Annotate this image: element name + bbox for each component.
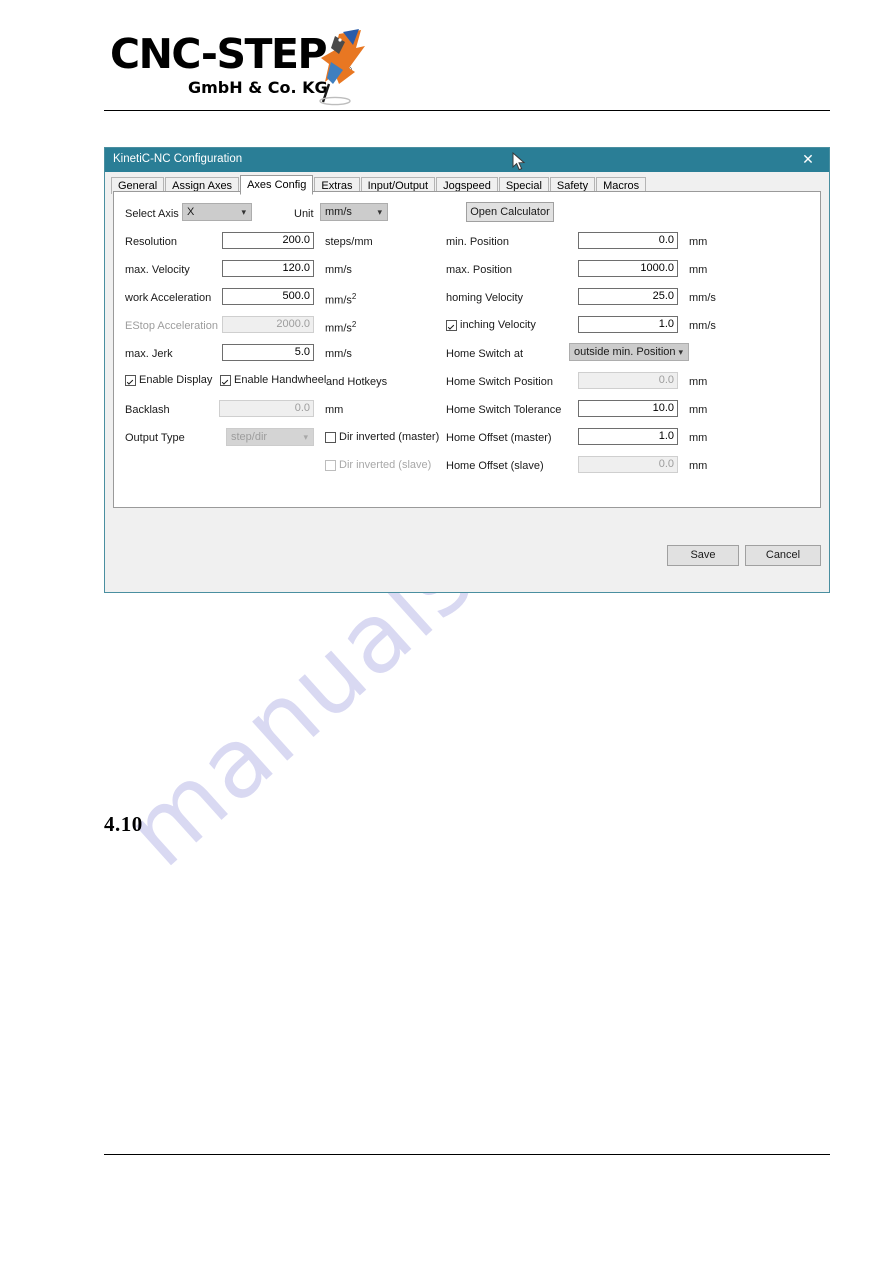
kingfisher-logo-icon [309, 28, 367, 106]
unit-dropdown[interactable]: mm/s ▾ [320, 203, 388, 221]
output-type-dropdown: step/dir ▾ [226, 428, 314, 446]
dialog-title: KinetiC-NC Configuration [113, 153, 243, 165]
logo-wordmark: CNC-STEP [110, 30, 328, 78]
dir-inverted-slave-checkbox: Dir inverted (slave) [325, 459, 431, 471]
select-axis-dropdown[interactable]: X ▾ [182, 203, 252, 221]
select-axis-label: Select Axis [125, 208, 179, 220]
and-hotkeys-label: and Hotkeys [326, 376, 388, 388]
enable-handwheel-checkbox[interactable]: Enable Handwheel [220, 374, 326, 386]
dir-inverted-slave-label: Dir inverted (slave) [339, 459, 432, 471]
work-acceleration-label: work Acceleration [125, 292, 212, 304]
chevron-down-icon: ▾ [303, 433, 308, 443]
home-offset-slave-label: Home Offset (slave) [446, 460, 544, 472]
resolution-unit: steps/mm [325, 236, 373, 248]
dialog-footer: Save Cancel [105, 510, 829, 592]
max-velocity-input[interactable]: 120.0 [222, 260, 314, 277]
max-velocity-label: max. Velocity [125, 264, 190, 276]
max-jerk-unit: mm/s [325, 348, 352, 360]
enable-display-checkbox[interactable]: Enable Display [125, 374, 212, 386]
resolution-label: Resolution [125, 236, 177, 248]
checkbox-box [325, 459, 336, 471]
home-switch-tolerance-unit: mm [689, 404, 708, 416]
output-type-value: step/dir [231, 431, 268, 443]
home-switch-tolerance-input[interactable]: 10.0 [578, 400, 678, 417]
max-velocity-unit: mm/s [325, 264, 352, 276]
home-offset-slave-unit: mm [689, 460, 708, 472]
min-position-label: min. Position [446, 236, 509, 248]
home-switch-position-unit: mm [689, 376, 708, 388]
axes-config-panel: Select Axis X ▾ Unit mm/s ▾ Open Calcula… [113, 191, 821, 508]
checkbox-box [125, 374, 136, 386]
home-switch-at-value: outside min. Position [574, 346, 676, 358]
min-position-unit: mm [689, 236, 708, 248]
cancel-button[interactable]: Cancel [745, 545, 821, 566]
max-jerk-label: max. Jerk [125, 348, 173, 360]
estop-acceleration-input: 2000.0 [222, 316, 314, 333]
kinetic-nc-configuration-dialog: KinetiC-NC Configuration ✕ General Assig… [104, 147, 830, 593]
checkbox-box [220, 374, 231, 386]
select-axis-value: X [187, 206, 195, 218]
home-offset-master-unit: mm [689, 432, 708, 444]
open-calculator-button[interactable]: Open Calculator [466, 202, 554, 222]
unit-value: mm/s [325, 206, 352, 218]
inching-velocity-unit: mm/s [689, 320, 716, 332]
close-icon[interactable]: ✕ [787, 148, 829, 172]
homing-velocity-unit: mm/s [689, 292, 716, 304]
logo-subtitle: GmbH & Co. KG [188, 78, 328, 97]
max-jerk-input[interactable]: 5.0 [222, 344, 314, 361]
home-offset-master-label: Home Offset (master) [446, 432, 552, 444]
header-divider [104, 110, 830, 111]
backlash-label: Backlash [125, 404, 170, 416]
enable-handwheel-label: Enable Handwheel [234, 374, 327, 386]
resolution-input[interactable]: 200.0 [222, 232, 314, 249]
home-offset-slave-input: 0.0 [578, 456, 678, 473]
chevron-down-icon: ▾ [678, 348, 683, 358]
section-number-heading: 4.10 [104, 812, 143, 836]
inching-velocity-checkbox[interactable]: inching Velocity [446, 319, 536, 331]
max-position-input[interactable]: 1000.0 [578, 260, 678, 277]
homing-velocity-input[interactable]: 25.0 [578, 288, 678, 305]
inching-velocity-input[interactable]: 1.0 [578, 316, 678, 333]
chevron-down-icon: ▾ [241, 208, 246, 218]
checkbox-box [325, 431, 336, 443]
unit-label: Unit [294, 208, 314, 220]
footer-divider [104, 1154, 830, 1155]
max-position-unit: mm [689, 264, 708, 276]
estop-acceleration-unit: mm/s2 [325, 320, 357, 335]
dir-inverted-master-checkbox[interactable]: Dir inverted (master) [325, 431, 439, 443]
home-switch-at-label: Home Switch at [446, 348, 524, 360]
tab-axes-config[interactable]: Axes Config [240, 175, 314, 195]
chevron-down-icon: ▾ [377, 208, 382, 218]
min-position-input[interactable]: 0.0 [578, 232, 678, 249]
work-acceleration-input[interactable]: 500.0 [222, 288, 314, 305]
estop-acceleration-label: EStop Acceleration [125, 320, 218, 332]
dialog-titlebar[interactable]: KinetiC-NC Configuration ✕ [105, 148, 829, 172]
backlash-input: 0.0 [219, 400, 314, 417]
output-type-label: Output Type [125, 432, 185, 444]
cnc-step-logo: CNC-STEP GmbH & Co. KG ® [104, 28, 366, 106]
checkbox-box [446, 319, 457, 331]
max-position-label: max. Position [446, 264, 513, 276]
homing-velocity-label: homing Velocity [446, 292, 524, 304]
enable-display-label: Enable Display [139, 374, 213, 386]
backlash-unit: mm [325, 404, 344, 416]
inching-velocity-label: inching Velocity [460, 319, 536, 331]
home-switch-tolerance-label: Home Switch Tolerance [446, 404, 562, 416]
document-header: CNC-STEP GmbH & Co. KG ® [0, 0, 893, 120]
dir-inverted-master-label: Dir inverted (master) [339, 431, 440, 443]
save-button[interactable]: Save [667, 545, 739, 566]
home-offset-master-input[interactable]: 1.0 [578, 428, 678, 445]
home-switch-position-input: 0.0 [578, 372, 678, 389]
home-switch-at-dropdown[interactable]: outside min. Position ▾ [569, 343, 689, 361]
home-switch-position-label: Home Switch Position [446, 376, 553, 388]
work-acceleration-unit: mm/s2 [325, 292, 357, 307]
